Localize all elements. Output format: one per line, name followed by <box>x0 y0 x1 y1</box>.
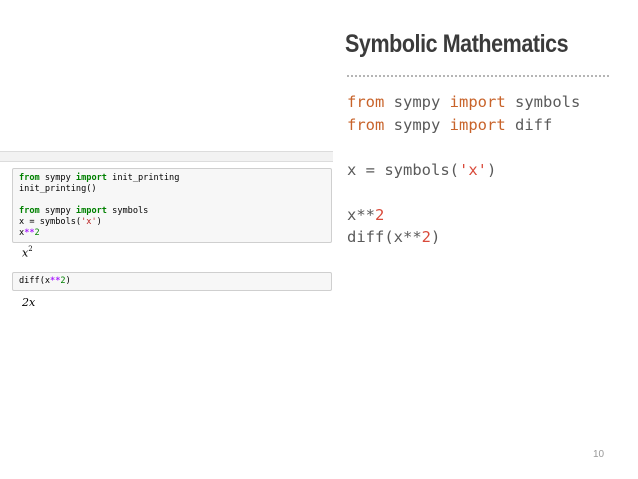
slide-code-blank-line <box>347 181 580 204</box>
code-line: x**2 <box>19 228 40 238</box>
code-line: from sympy import symbols <box>19 206 149 216</box>
page-number: 10 <box>593 449 605 460</box>
code-cell-1[interactable]: from sympy import init_printing init_pri… <box>12 168 332 243</box>
cell-2-output: 2x <box>22 296 36 309</box>
cell-1-output: x2 <box>22 245 33 260</box>
slide-code-line: x**2 <box>347 205 385 224</box>
title-divider <box>347 75 609 77</box>
slide-code-line: diff(x**2) <box>347 228 441 246</box>
slide-code-blank-line <box>347 136 580 159</box>
slide-code-line: from sympy import symbols <box>347 93 581 111</box>
notebook-toolbar-strip <box>0 151 333 162</box>
code-line: from sympy import init_printing <box>19 173 180 183</box>
code-line: init_printing() <box>19 184 97 194</box>
code-cell-2[interactable]: diff(x**2) <box>12 272 332 291</box>
code-line: diff(x**2) <box>19 276 71 286</box>
slide-code-block: from sympy import symbols from sympy imp… <box>347 91 580 249</box>
slide-code-line: x = symbols('x') <box>347 160 497 179</box>
code-line: x = symbols('x') <box>19 217 102 227</box>
slide-code-line: from sympy import diff <box>347 115 553 134</box>
slide-title: Symbolic Mathematics <box>345 30 569 58</box>
